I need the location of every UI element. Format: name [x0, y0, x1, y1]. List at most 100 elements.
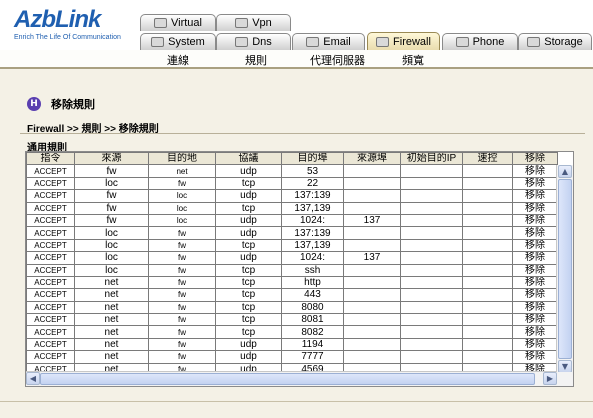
- remove-link[interactable]: 移除: [512, 189, 558, 203]
- table-row: ACCEPT fw loc udp 1024: 137 移除: [26, 213, 558, 228]
- source-cell: fw: [74, 201, 149, 215]
- original-dest-ip-cell: [400, 251, 463, 265]
- destination-cell: loc: [148, 189, 216, 203]
- protocol-cell: tcp: [215, 313, 282, 327]
- remove-link[interactable]: 移除: [512, 201, 558, 215]
- remove-link[interactable]: 移除: [512, 313, 558, 327]
- tab-system[interactable]: System: [140, 33, 216, 50]
- remove-link[interactable]: 移除: [512, 226, 558, 240]
- remove-link[interactable]: 移除: [512, 288, 558, 302]
- remove-link[interactable]: 移除: [512, 337, 558, 352]
- dest-port-cell: http: [281, 275, 344, 290]
- table-row: ACCEPT loc fw udp 1024: 137 移除: [26, 251, 558, 265]
- original-dest-ip-cell: [400, 275, 463, 290]
- original-dest-ip-cell: [400, 238, 463, 253]
- tab-virtual[interactable]: Virtual: [140, 14, 216, 31]
- rules-table-panel: 指令 來源 目的地 協議 目的埠 來源埠 初始目的IP 速控 移除 ACCEPT…: [25, 151, 574, 387]
- remove-link[interactable]: 移除: [512, 275, 558, 290]
- source-port-cell: [343, 238, 401, 253]
- subnav-connections[interactable]: 連線: [167, 52, 189, 68]
- remove-link[interactable]: 移除: [512, 251, 558, 265]
- rate-limit-cell: [462, 300, 513, 315]
- rate-limit-cell: [462, 337, 513, 352]
- original-dest-ip-cell: [400, 337, 463, 352]
- logo-brand: AzbLink: [14, 6, 101, 33]
- scroll-left-icon[interactable]: ◀: [26, 372, 40, 385]
- original-dest-ip-cell: [400, 189, 463, 203]
- dest-port-cell: 22: [281, 176, 344, 191]
- table-row: ACCEPT net fw tcp 8082 移除: [26, 325, 558, 339]
- protocol-cell: tcp: [215, 176, 282, 191]
- page-title: 移除規則: [51, 98, 95, 111]
- remove-link[interactable]: 移除: [512, 263, 558, 277]
- destination-cell: fw: [148, 288, 216, 302]
- scroll-right-icon[interactable]: ▶: [543, 372, 557, 385]
- source-port-cell: [343, 164, 401, 178]
- subnav-proxy-server[interactable]: 代理伺服器: [310, 52, 365, 68]
- source-port-cell: [343, 176, 401, 191]
- dest-port-cell: 443: [281, 288, 344, 302]
- command-cell: ACCEPT: [26, 325, 75, 339]
- horizontal-scrollbar[interactable]: ◀ ▶: [26, 371, 557, 386]
- source-cell: net: [74, 300, 149, 315]
- remove-link[interactable]: 移除: [512, 213, 558, 228]
- command-cell: ACCEPT: [26, 263, 75, 277]
- dns-icon: [235, 37, 249, 47]
- tab-phone[interactable]: Phone: [442, 33, 518, 50]
- destination-cell: fw: [148, 325, 216, 339]
- destination-cell: loc: [148, 213, 216, 228]
- table-row: ACCEPT loc fw udp 137:139 移除: [26, 226, 558, 240]
- original-dest-ip-cell: [400, 300, 463, 315]
- command-cell: ACCEPT: [26, 238, 75, 253]
- divider: [20, 133, 585, 134]
- source-port-cell: [343, 189, 401, 203]
- firewall-icon: [376, 36, 390, 47]
- scroll-up-icon[interactable]: ▲: [558, 165, 572, 178]
- protocol-cell: udp: [215, 226, 282, 240]
- protocol-cell: tcp: [215, 325, 282, 339]
- tab-dns[interactable]: Dns: [216, 33, 291, 50]
- original-dest-ip-cell: [400, 350, 463, 364]
- source-cell: fw: [74, 213, 149, 228]
- remove-link[interactable]: 移除: [512, 350, 558, 364]
- scrollbar-corner: [557, 372, 573, 386]
- original-dest-ip-cell: [400, 288, 463, 302]
- tab-firewall[interactable]: Firewall: [367, 32, 440, 50]
- subnav-bandwidth[interactable]: 頻寬: [402, 52, 424, 68]
- protocol-cell: udp: [215, 337, 282, 352]
- remove-link[interactable]: 移除: [512, 164, 558, 178]
- email-icon: [306, 37, 320, 47]
- destination-cell: fw: [148, 226, 216, 240]
- table-row: ACCEPT net fw udp 7777 移除: [26, 350, 558, 364]
- azblink-logo[interactable]: AzbLink Enrich The Life Of Communication: [14, 8, 134, 46]
- rate-limit-cell: [462, 176, 513, 191]
- column-header: 來源埠: [343, 152, 401, 166]
- original-dest-ip-cell: [400, 176, 463, 191]
- remove-link[interactable]: 移除: [512, 300, 558, 315]
- column-header: 初始目的IP: [400, 152, 463, 166]
- subnav-rules[interactable]: 規則: [245, 52, 267, 68]
- tab-email[interactable]: Email: [292, 33, 365, 50]
- source-port-cell: [343, 313, 401, 327]
- rate-limit-cell: [462, 288, 513, 302]
- help-icon[interactable]: H: [27, 97, 41, 111]
- tab-storage[interactable]: Storage: [518, 33, 592, 50]
- dest-port-cell: 1024:: [281, 213, 344, 228]
- dest-port-cell: 1194: [281, 337, 344, 352]
- remove-link[interactable]: 移除: [512, 325, 558, 339]
- command-cell: ACCEPT: [26, 176, 75, 191]
- destination-cell: fw: [148, 263, 216, 277]
- header: AzbLink Enrich The Life Of Communication…: [0, 0, 593, 50]
- horizontal-scroll-thumb[interactable]: [40, 373, 535, 385]
- destination-cell: net: [148, 164, 216, 178]
- protocol-cell: udp: [215, 350, 282, 364]
- phone-icon: [455, 37, 469, 47]
- destination-cell: fw: [148, 176, 216, 191]
- table-row: ACCEPT loc fw tcp 137,139 移除: [26, 238, 558, 253]
- remove-link[interactable]: 移除: [512, 176, 558, 191]
- tab-vpn[interactable]: Vpn: [216, 14, 291, 31]
- command-cell: ACCEPT: [26, 201, 75, 215]
- vertical-scroll-thumb[interactable]: [558, 179, 572, 359]
- remove-link[interactable]: 移除: [512, 238, 558, 253]
- vertical-scrollbar[interactable]: ▲ ▼: [556, 165, 573, 373]
